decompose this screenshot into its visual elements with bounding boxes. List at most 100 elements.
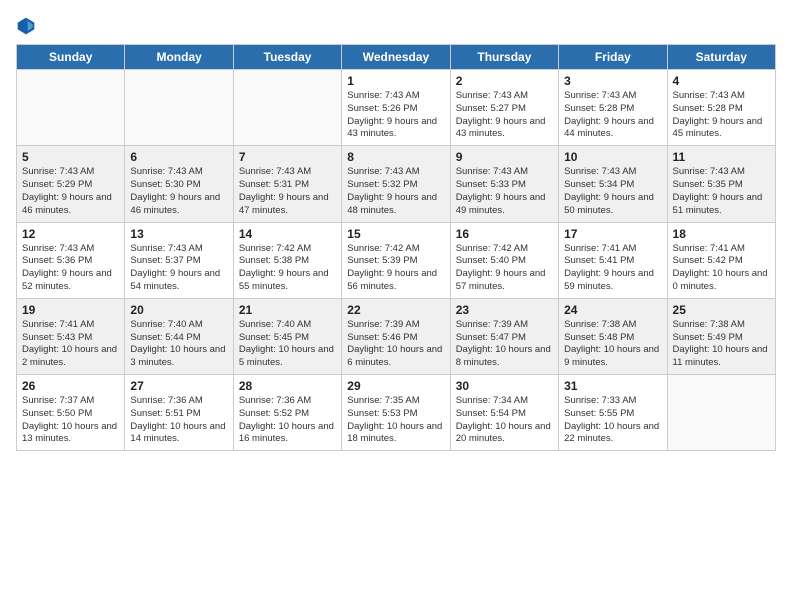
day-info: Sunrise: 7:43 AM Sunset: 5:30 PM Dayligh… bbox=[130, 166, 227, 217]
day-info: Sunrise: 7:35 AM Sunset: 5:53 PM Dayligh… bbox=[347, 395, 444, 446]
day-number: 2 bbox=[456, 74, 553, 88]
week-row-1: 1Sunrise: 7:43 AM Sunset: 5:26 PM Daylig… bbox=[17, 70, 776, 146]
day-info: Sunrise: 7:43 AM Sunset: 5:37 PM Dayligh… bbox=[130, 243, 227, 294]
day-info: Sunrise: 7:43 AM Sunset: 5:35 PM Dayligh… bbox=[673, 166, 770, 217]
day-cell: 3 Sunrise: 7:43 AM Sunset: 5:28 PM Daylig… bbox=[559, 70, 667, 146]
day-info: Sunrise: 7:40 AM Sunset: 5:45 PM Dayligh… bbox=[239, 319, 336, 370]
day-cell: 28 Sunrise: 7:36 AM Sunset: 5:52 PM Dayli… bbox=[233, 375, 341, 451]
day-cell: 7Sunrise: 7:43 AM Sunset: 5:31 PM Daylig… bbox=[233, 146, 341, 222]
day-number: 14 bbox=[239, 227, 336, 241]
day-cell: 11Sunrise: 7:43 AM Sunset: 5:35 PM Dayli… bbox=[667, 146, 775, 222]
weekday-header-sunday: Sunday bbox=[17, 45, 125, 70]
day-cell: 13 Sunrise: 7:43 AM Sunset: 5:37 PM Dayli… bbox=[125, 222, 233, 298]
day-cell: 2 Sunrise: 7:43 AM Sunset: 5:27 PM Daylig… bbox=[450, 70, 558, 146]
day-number: 5 bbox=[22, 150, 119, 164]
week-row-5: 26 Sunrise: 7:37 AM Sunset: 5:50 PM Dayli… bbox=[17, 375, 776, 451]
day-cell: 4 Sunrise: 7:43 AM Sunset: 5:28 PM Daylig… bbox=[667, 70, 775, 146]
day-cell: 16Sunrise: 7:42 AM Sunset: 5:40 PM Dayli… bbox=[450, 222, 558, 298]
day-number: 6 bbox=[130, 150, 227, 164]
day-number: 25 bbox=[673, 303, 770, 317]
day-info: Sunrise: 7:43 AM Sunset: 5:26 PM Dayligh… bbox=[347, 90, 444, 141]
day-info: Sunrise: 7:39 AM Sunset: 5:47 PM Dayligh… bbox=[456, 319, 553, 370]
day-info: Sunrise: 7:40 AM Sunset: 5:44 PM Dayligh… bbox=[130, 319, 227, 370]
day-cell: 1Sunrise: 7:43 AM Sunset: 5:26 PM Daylig… bbox=[342, 70, 450, 146]
day-number: 19 bbox=[22, 303, 119, 317]
day-cell: 24 Sunrise: 7:38 AM Sunset: 5:48 PM Dayli… bbox=[559, 298, 667, 374]
day-cell bbox=[125, 70, 233, 146]
day-number: 22 bbox=[347, 303, 444, 317]
day-info: Sunrise: 7:42 AM Sunset: 5:39 PM Dayligh… bbox=[347, 243, 444, 294]
day-cell: 27 Sunrise: 7:36 AM Sunset: 5:51 PM Dayli… bbox=[125, 375, 233, 451]
day-cell: 14 Sunrise: 7:42 AM Sunset: 5:38 PM Dayli… bbox=[233, 222, 341, 298]
week-row-2: 5 Sunrise: 7:43 AM Sunset: 5:29 PM Daylig… bbox=[17, 146, 776, 222]
page-header bbox=[16, 16, 776, 36]
weekday-header-monday: Monday bbox=[125, 45, 233, 70]
day-info: Sunrise: 7:34 AM Sunset: 5:54 PM Dayligh… bbox=[456, 395, 553, 446]
day-number: 4 bbox=[673, 74, 770, 88]
day-number: 3 bbox=[564, 74, 661, 88]
day-info: Sunrise: 7:42 AM Sunset: 5:40 PM Dayligh… bbox=[456, 243, 553, 294]
day-cell: 9 Sunrise: 7:43 AM Sunset: 5:33 PM Daylig… bbox=[450, 146, 558, 222]
day-number: 29 bbox=[347, 379, 444, 393]
day-info: Sunrise: 7:37 AM Sunset: 5:50 PM Dayligh… bbox=[22, 395, 119, 446]
logo bbox=[16, 16, 40, 36]
day-info: Sunrise: 7:43 AM Sunset: 5:27 PM Dayligh… bbox=[456, 90, 553, 141]
day-info: Sunrise: 7:38 AM Sunset: 5:49 PM Dayligh… bbox=[673, 319, 770, 370]
logo-icon bbox=[16, 16, 36, 36]
day-cell: 19 Sunrise: 7:41 AM Sunset: 5:43 PM Dayli… bbox=[17, 298, 125, 374]
day-info: Sunrise: 7:38 AM Sunset: 5:48 PM Dayligh… bbox=[564, 319, 661, 370]
day-number: 21 bbox=[239, 303, 336, 317]
day-info: Sunrise: 7:43 AM Sunset: 5:33 PM Dayligh… bbox=[456, 166, 553, 217]
day-number: 20 bbox=[130, 303, 227, 317]
day-cell: 5 Sunrise: 7:43 AM Sunset: 5:29 PM Daylig… bbox=[17, 146, 125, 222]
day-number: 28 bbox=[239, 379, 336, 393]
day-info: Sunrise: 7:36 AM Sunset: 5:52 PM Dayligh… bbox=[239, 395, 336, 446]
day-number: 18 bbox=[673, 227, 770, 241]
day-number: 27 bbox=[130, 379, 227, 393]
day-info: Sunrise: 7:42 AM Sunset: 5:38 PM Dayligh… bbox=[239, 243, 336, 294]
day-number: 23 bbox=[456, 303, 553, 317]
day-info: Sunrise: 7:43 AM Sunset: 5:32 PM Dayligh… bbox=[347, 166, 444, 217]
day-info: Sunrise: 7:43 AM Sunset: 5:29 PM Dayligh… bbox=[22, 166, 119, 217]
day-number: 30 bbox=[456, 379, 553, 393]
weekday-header-wednesday: Wednesday bbox=[342, 45, 450, 70]
weekday-header-thursday: Thursday bbox=[450, 45, 558, 70]
day-number: 24 bbox=[564, 303, 661, 317]
day-info: Sunrise: 7:41 AM Sunset: 5:42 PM Dayligh… bbox=[673, 243, 770, 294]
day-cell: 20 Sunrise: 7:40 AM Sunset: 5:44 PM Dayli… bbox=[125, 298, 233, 374]
weekday-header-tuesday: Tuesday bbox=[233, 45, 341, 70]
day-number: 13 bbox=[130, 227, 227, 241]
day-info: Sunrise: 7:39 AM Sunset: 5:46 PM Dayligh… bbox=[347, 319, 444, 370]
day-info: Sunrise: 7:43 AM Sunset: 5:28 PM Dayligh… bbox=[564, 90, 661, 141]
day-cell bbox=[17, 70, 125, 146]
day-cell: 17 Sunrise: 7:41 AM Sunset: 5:41 PM Dayli… bbox=[559, 222, 667, 298]
day-cell bbox=[233, 70, 341, 146]
day-number: 10 bbox=[564, 150, 661, 164]
day-cell: 30 Sunrise: 7:34 AM Sunset: 5:54 PM Dayli… bbox=[450, 375, 558, 451]
day-cell: 22 Sunrise: 7:39 AM Sunset: 5:46 PM Dayli… bbox=[342, 298, 450, 374]
day-cell: 18 Sunrise: 7:41 AM Sunset: 5:42 PM Dayli… bbox=[667, 222, 775, 298]
day-number: 12 bbox=[22, 227, 119, 241]
day-number: 26 bbox=[22, 379, 119, 393]
day-cell: 31Sunrise: 7:33 AM Sunset: 5:55 PM Dayli… bbox=[559, 375, 667, 451]
week-row-3: 12 Sunrise: 7:43 AM Sunset: 5:36 PM Dayli… bbox=[17, 222, 776, 298]
day-info: Sunrise: 7:43 AM Sunset: 5:36 PM Dayligh… bbox=[22, 243, 119, 294]
day-cell: 6 Sunrise: 7:43 AM Sunset: 5:30 PM Daylig… bbox=[125, 146, 233, 222]
week-row-4: 19 Sunrise: 7:41 AM Sunset: 5:43 PM Dayli… bbox=[17, 298, 776, 374]
day-cell: 8Sunrise: 7:43 AM Sunset: 5:32 PM Daylig… bbox=[342, 146, 450, 222]
day-info: Sunrise: 7:43 AM Sunset: 5:34 PM Dayligh… bbox=[564, 166, 661, 217]
day-info: Sunrise: 7:41 AM Sunset: 5:43 PM Dayligh… bbox=[22, 319, 119, 370]
day-number: 31 bbox=[564, 379, 661, 393]
day-info: Sunrise: 7:43 AM Sunset: 5:31 PM Dayligh… bbox=[239, 166, 336, 217]
day-info: Sunrise: 7:43 AM Sunset: 5:28 PM Dayligh… bbox=[673, 90, 770, 141]
day-info: Sunrise: 7:36 AM Sunset: 5:51 PM Dayligh… bbox=[130, 395, 227, 446]
day-cell: 26 Sunrise: 7:37 AM Sunset: 5:50 PM Dayli… bbox=[17, 375, 125, 451]
day-number: 9 bbox=[456, 150, 553, 164]
day-cell: 15Sunrise: 7:42 AM Sunset: 5:39 PM Dayli… bbox=[342, 222, 450, 298]
weekday-header-row: SundayMondayTuesdayWednesdayThursdayFrid… bbox=[17, 45, 776, 70]
day-info: Sunrise: 7:41 AM Sunset: 5:41 PM Dayligh… bbox=[564, 243, 661, 294]
day-cell: 29 Sunrise: 7:35 AM Sunset: 5:53 PM Dayli… bbox=[342, 375, 450, 451]
day-cell: 12 Sunrise: 7:43 AM Sunset: 5:36 PM Dayli… bbox=[17, 222, 125, 298]
day-cell: 25 Sunrise: 7:38 AM Sunset: 5:49 PM Dayli… bbox=[667, 298, 775, 374]
day-number: 17 bbox=[564, 227, 661, 241]
